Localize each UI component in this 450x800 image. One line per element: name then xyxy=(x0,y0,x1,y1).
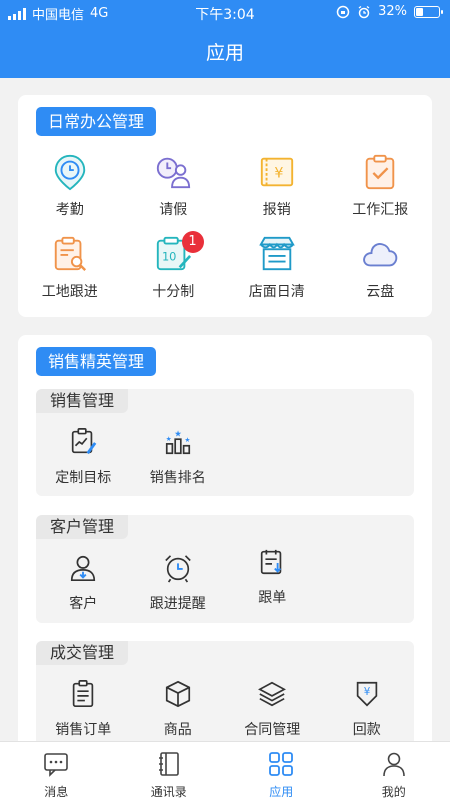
app-store-daily[interactable]: 店面日清 xyxy=(225,235,329,301)
sales-elite-card: 销售精英管理 销售管理 定制目标 ★★★ 销售排名 客户管理 客户 跟进提醒 xyxy=(18,335,432,761)
tab-messages[interactable]: 消息 xyxy=(0,742,113,800)
svg-text:★: ★ xyxy=(165,435,171,443)
orientation-lock-icon xyxy=(336,5,350,18)
svg-text:¥: ¥ xyxy=(274,166,283,182)
notification-badge: 1 xyxy=(181,231,204,253)
status-bar: 中国电信 4G 下午3:04 32% xyxy=(0,0,450,24)
svg-text:¥: ¥ xyxy=(363,686,370,698)
battery-percent: 32% xyxy=(378,4,407,19)
app-label: 跟进提醒 xyxy=(149,596,206,612)
app-label: 客户 xyxy=(69,596,98,612)
daily-office-title: 日常办公管理 xyxy=(36,107,157,136)
customer-management-group: 客户管理 客户 跟进提醒 跟单 xyxy=(36,515,414,623)
group-title: 客户管理 xyxy=(36,515,129,539)
app-contract[interactable]: 合同管理 xyxy=(225,679,320,739)
alarm-clock-icon xyxy=(164,555,191,583)
app-label: 跟单 xyxy=(258,590,287,606)
customer-icon xyxy=(71,555,96,582)
app-sales-order[interactable]: 销售订单 xyxy=(36,679,131,739)
app-product[interactable]: 商品 xyxy=(131,679,226,739)
ranking-icon: ★★ ★ xyxy=(165,428,190,455)
clipboard-check-icon xyxy=(366,154,395,190)
app-payment-return[interactable]: ¥ 回款 xyxy=(320,679,415,739)
payment-return-icon: ¥ xyxy=(356,681,377,707)
app-label: 合同管理 xyxy=(244,722,301,738)
layers-icon xyxy=(258,681,287,707)
app-label: 十分制 xyxy=(152,284,195,300)
tab-label: 应用 xyxy=(269,785,294,799)
app-set-target[interactable]: 定制目标 xyxy=(36,427,131,487)
tab-apps[interactable]: 应用 xyxy=(225,742,338,800)
app-customer[interactable]: 客户 xyxy=(36,553,131,613)
tab-contacts[interactable]: 通讯录 xyxy=(113,742,226,800)
app-label: 销售订单 xyxy=(55,722,112,738)
contacts-book-icon xyxy=(158,752,179,776)
message-icon xyxy=(44,753,69,777)
daily-office-card: 日常办公管理 考勤 请假 ¥ 报销 工作汇报 工地跟进 10 十分制 1 店面日… xyxy=(18,95,432,317)
svg-text:10: 10 xyxy=(162,250,177,264)
app-cloud-drive[interactable]: 云盘 xyxy=(329,235,433,301)
app-followup-reminder[interactable]: 跟进提醒 xyxy=(131,553,226,613)
app-work-report[interactable]: 工作汇报 xyxy=(329,153,433,219)
target-chart-icon xyxy=(72,428,97,455)
app-label: 定制目标 xyxy=(55,470,112,486)
group-title: 成交管理 xyxy=(36,641,129,665)
battery-icon xyxy=(414,5,443,18)
order-doc-icon xyxy=(73,680,94,708)
bottom-tab-bar: 消息 通讯录 应用 我的 xyxy=(0,741,450,800)
app-label: 店面日清 xyxy=(248,284,305,300)
tab-label: 我的 xyxy=(381,785,406,799)
clock-location-icon xyxy=(54,154,85,191)
svg-text:★: ★ xyxy=(174,428,182,438)
app-label: 回款 xyxy=(352,722,381,738)
app-label: 考勤 xyxy=(55,202,84,218)
tab-me[interactable]: 我的 xyxy=(338,742,450,800)
clipboard-search-icon xyxy=(54,236,86,271)
product-box-icon xyxy=(165,680,190,708)
app-follow-order[interactable]: 跟单 xyxy=(225,547,320,613)
app-label: 销售排名 xyxy=(149,470,206,486)
app-label: 云盘 xyxy=(366,284,395,300)
receipt-yen-icon: ¥ xyxy=(260,157,293,187)
storefront-icon xyxy=(258,236,295,271)
apps-grid-icon xyxy=(269,752,294,776)
group-title: 销售管理 xyxy=(36,389,129,413)
app-ten-point[interactable]: 10 十分制 1 xyxy=(122,231,226,301)
app-label: 工地跟进 xyxy=(41,284,98,300)
app-leave[interactable]: 请假 xyxy=(122,153,226,219)
tab-label: 消息 xyxy=(44,785,69,799)
alarm-icon xyxy=(358,5,370,18)
sales-management-group: 销售管理 定制目标 ★ ★ ★ 销售排名 xyxy=(36,389,414,496)
app-label: 请假 xyxy=(159,202,188,218)
svg-text:★: ★ xyxy=(184,436,190,444)
app-label: 商品 xyxy=(163,722,192,738)
app-sales-ranking[interactable]: ★ ★ ★ 销售排名 xyxy=(131,427,226,487)
app-label: 工作汇报 xyxy=(352,202,409,218)
profile-icon xyxy=(382,752,405,777)
follow-doc-icon xyxy=(261,549,282,575)
sales-elite-title: 销售精英管理 xyxy=(36,347,157,376)
app-label: 报销 xyxy=(262,202,291,218)
leave-person-icon xyxy=(157,157,191,189)
app-reimburse[interactable]: ¥ 报销 xyxy=(225,153,329,219)
page-title: 应用 xyxy=(205,42,244,64)
app-attendance[interactable]: 考勤 xyxy=(18,153,122,219)
tab-label: 通讯录 xyxy=(150,785,187,799)
top-bar: 中国电信 4G 下午3:04 32% 应用 xyxy=(0,0,450,78)
cloud-icon xyxy=(363,243,398,267)
app-site-followup[interactable]: 工地跟进 xyxy=(18,235,122,301)
